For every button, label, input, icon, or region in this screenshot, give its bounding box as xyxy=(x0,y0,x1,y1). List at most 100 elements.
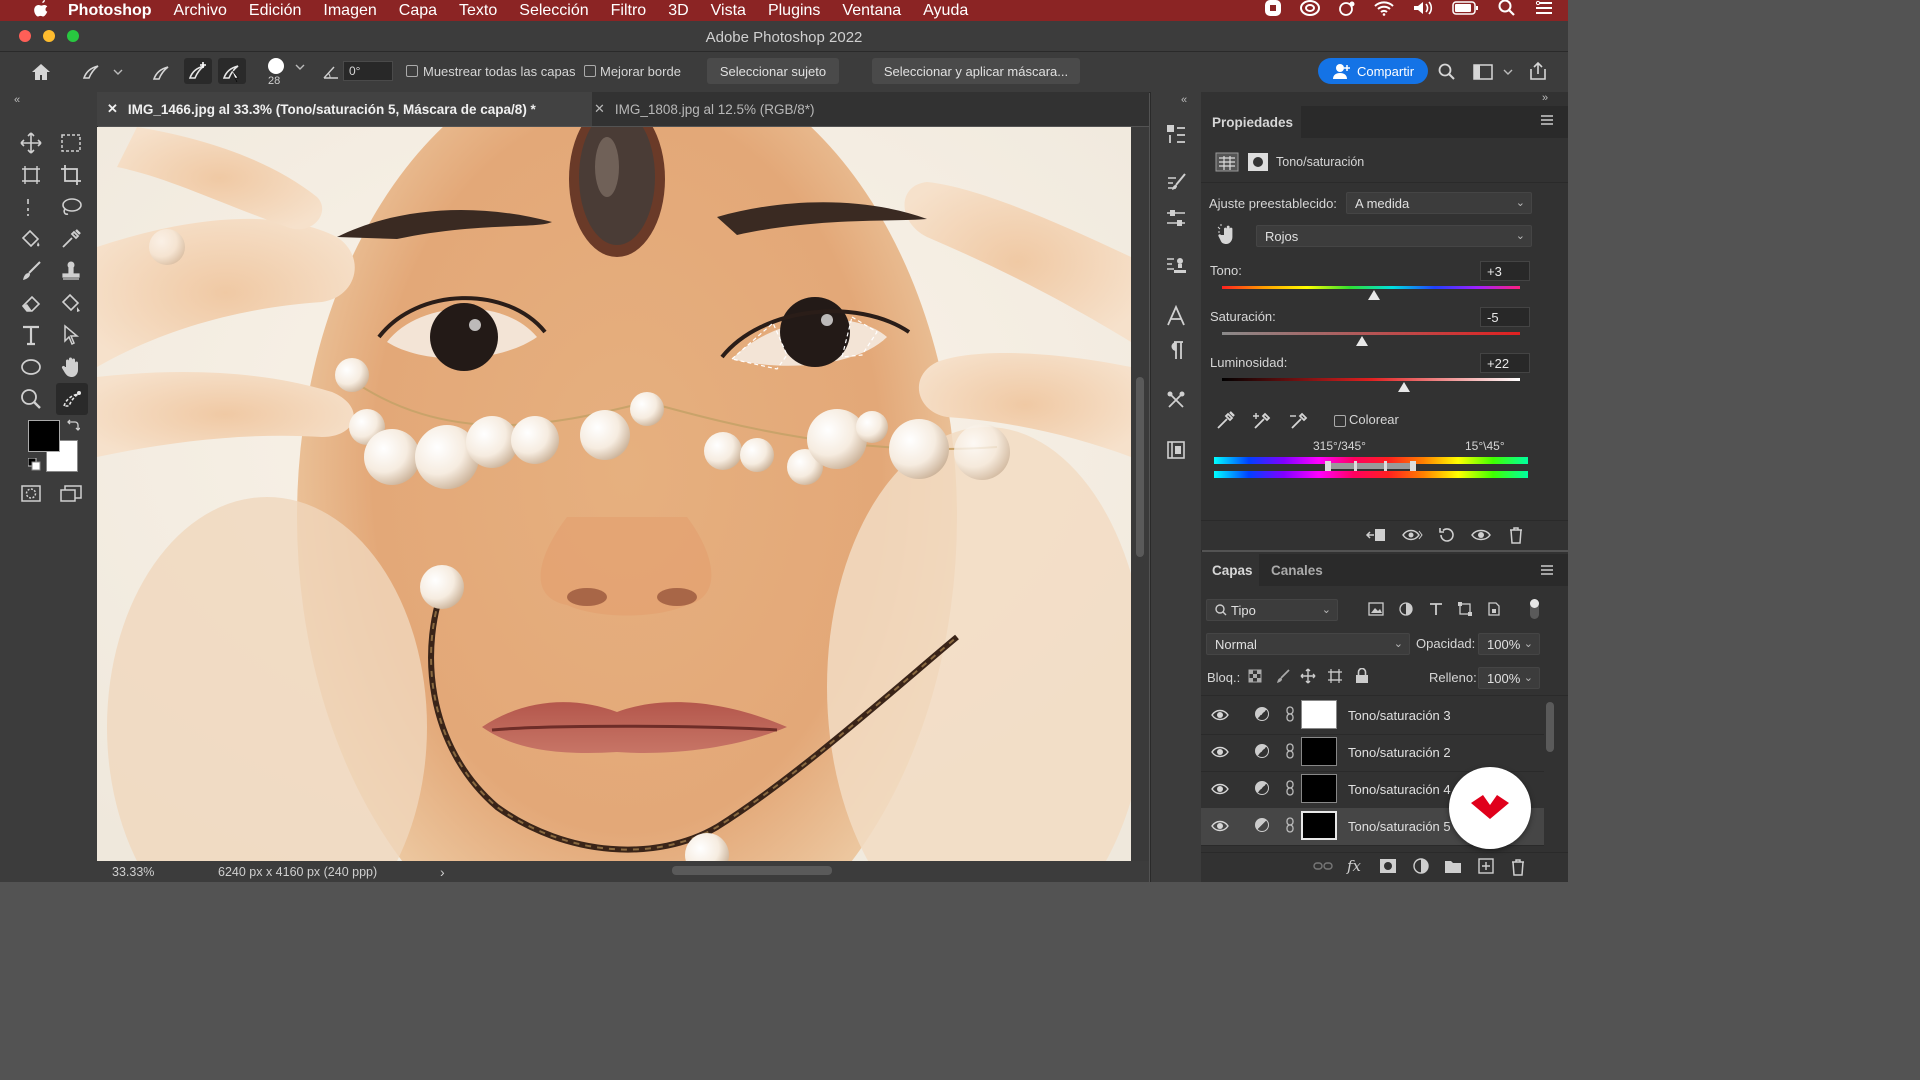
home-icon[interactable] xyxy=(30,62,52,85)
opacity-input[interactable]: 100% ⌄ xyxy=(1478,633,1540,655)
panel-menu-icon[interactable] xyxy=(1540,114,1554,129)
filter-smart-object-icon[interactable] xyxy=(1487,602,1501,620)
clone-source-panel-icon[interactable] xyxy=(1164,254,1188,278)
enhance-edge-checkbox[interactable] xyxy=(584,65,596,77)
menu-app-name[interactable]: Photoshop xyxy=(68,2,152,20)
marquee-tool-icon[interactable] xyxy=(58,130,84,156)
paragraph-panel-icon[interactable] xyxy=(1164,338,1188,362)
hue-slider-track[interactable] xyxy=(1222,286,1520,289)
lock-pixels-icon[interactable] xyxy=(1275,668,1291,688)
lasso-tool-icon[interactable] xyxy=(58,194,84,220)
sample-all-layers-checkbox[interactable] xyxy=(406,65,418,77)
crop-tool-icon[interactable] xyxy=(58,162,84,188)
brush-tool-icon[interactable] xyxy=(18,258,44,284)
filter-shape-icon[interactable] xyxy=(1458,602,1472,620)
creative-cloud-icon[interactable] xyxy=(1300,0,1320,21)
layer-row[interactable]: Tono/saturación 3 xyxy=(1201,697,1544,735)
select-and-mask-button[interactable]: Seleccionar y aplicar máscara... xyxy=(872,58,1080,84)
layer-name[interactable]: Tono/saturación 3 xyxy=(1348,708,1451,723)
lightness-input[interactable]: +22 xyxy=(1480,353,1530,373)
mask-link-icon[interactable] xyxy=(1285,743,1295,762)
layer-visibility-icon[interactable] xyxy=(1211,818,1229,834)
stamp-tool-icon[interactable] xyxy=(58,258,84,284)
layer-mask-thumbnail[interactable] xyxy=(1301,811,1337,840)
menu-archivo[interactable]: Archivo xyxy=(174,2,227,20)
range-handle[interactable] xyxy=(1354,461,1357,471)
toggle-visibility-icon[interactable] xyxy=(1471,527,1491,547)
saturation-slider-thumb[interactable] xyxy=(1356,336,1369,346)
brush-settings-panel-icon[interactable] xyxy=(1164,170,1188,194)
layer-mask-thumbnail[interactable] xyxy=(1301,737,1337,766)
menu-vista[interactable]: Vista xyxy=(711,2,746,20)
targeted-adjustment-hand-icon[interactable] xyxy=(1217,224,1239,249)
layer-name[interactable]: Tono/saturación 5 xyxy=(1348,819,1451,834)
character-panel-icon[interactable] xyxy=(1164,304,1188,328)
sync-icon[interactable] xyxy=(1338,0,1356,21)
tab-img-1808[interactable]: ✕ IMG_1808.jpg al 12.5% (RGB/8*) xyxy=(594,92,844,126)
swap-colors-icon[interactable] xyxy=(66,418,81,435)
angle-input[interactable]: 0° xyxy=(343,61,393,81)
zoom-level[interactable]: 33.33% xyxy=(112,865,154,879)
menu-edicion[interactable]: Edición xyxy=(249,2,301,20)
wifi-icon[interactable] xyxy=(1374,0,1394,21)
range-handle[interactable] xyxy=(1325,461,1331,471)
collapse-panels-icon[interactable]: » xyxy=(1542,92,1548,104)
history-panel-icon[interactable] xyxy=(1164,122,1188,146)
move-tool-icon[interactable] xyxy=(18,130,44,156)
hand-tool-icon[interactable] xyxy=(58,354,84,380)
colorize-checkbox[interactable] xyxy=(1334,415,1346,427)
share-export-icon[interactable] xyxy=(1528,61,1548,84)
canvas-horizontal-scrollbar[interactable] xyxy=(672,866,832,875)
path-selection-tool-icon[interactable] xyxy=(58,322,84,348)
close-tab-icon[interactable]: ✕ xyxy=(594,101,605,117)
filter-toggle-switch[interactable] xyxy=(1530,599,1539,619)
record-icon[interactable] xyxy=(1264,0,1282,22)
saturation-input[interactable]: -5 xyxy=(1480,307,1530,327)
delete-adjustment-icon[interactable] xyxy=(1508,526,1524,548)
select-subject-button[interactable]: Seleccionar sujeto xyxy=(707,58,839,84)
mask-link-icon[interactable] xyxy=(1285,817,1295,836)
canvas-vertical-scrollbar[interactable] xyxy=(1131,127,1149,861)
filter-type-icon[interactable] xyxy=(1429,602,1443,620)
adjustments-panel-icon[interactable] xyxy=(1164,206,1188,230)
subtract-from-selection-icon[interactable] xyxy=(218,58,246,84)
eyedropper-plus-icon[interactable] xyxy=(1253,410,1273,433)
layer-filter-dropdown[interactable]: Tipo ⌄ xyxy=(1206,599,1338,621)
gradient-tool-icon[interactable] xyxy=(58,290,84,316)
saturation-slider-track[interactable] xyxy=(1222,332,1520,335)
menu-3d[interactable]: 3D xyxy=(668,2,688,20)
blend-mode-dropdown[interactable]: Normal ⌄ xyxy=(1206,633,1410,655)
frame-tool-icon[interactable] xyxy=(18,194,44,220)
mask-link-icon[interactable] xyxy=(1285,706,1295,725)
eraser-tool-icon[interactable] xyxy=(18,290,44,316)
tool-presets-panel-icon[interactable] xyxy=(1164,388,1188,412)
tab-layers[interactable]: Capas xyxy=(1201,554,1259,586)
clip-to-layer-icon[interactable] xyxy=(1365,527,1387,547)
layer-name[interactable]: Tono/saturación 4 xyxy=(1348,782,1451,797)
delete-layer-icon[interactable] xyxy=(1510,858,1526,880)
layer-visibility-icon[interactable] xyxy=(1211,707,1229,723)
range-handle[interactable] xyxy=(1410,461,1416,471)
screen-mode-icon[interactable] xyxy=(58,481,84,507)
mask-link-icon[interactable] xyxy=(1285,780,1295,799)
quick-selection-tool-icon[interactable] xyxy=(56,383,88,415)
new-layer-icon[interactable] xyxy=(1478,858,1494,878)
menu-imagen[interactable]: Imagen xyxy=(323,2,376,20)
spotlight-search-icon[interactable] xyxy=(1498,0,1516,22)
eyedropper-tool-icon[interactable] xyxy=(58,226,84,252)
apple-menu-icon[interactable] xyxy=(34,0,50,22)
menu-ayuda[interactable]: Ayuda xyxy=(923,2,968,20)
tab-channels[interactable]: Canales xyxy=(1271,554,1323,586)
color-range-slider[interactable] xyxy=(1325,461,1416,471)
menu-seleccion[interactable]: Selección xyxy=(519,2,588,20)
reset-adjustment-icon[interactable] xyxy=(1437,527,1457,547)
new-adjustment-layer-icon[interactable] xyxy=(1413,858,1429,878)
tool-preset-picker-icon[interactable] xyxy=(80,62,124,85)
lock-position-icon[interactable] xyxy=(1300,668,1316,688)
menu-plugins[interactable]: Plugins xyxy=(768,2,820,20)
close-tab-icon[interactable]: ✕ xyxy=(107,101,118,117)
scrollbar-thumb[interactable] xyxy=(1136,377,1144,557)
lightness-slider-track[interactable] xyxy=(1222,378,1520,381)
ellipse-tool-icon[interactable] xyxy=(18,354,44,380)
share-button[interactable]: Compartir xyxy=(1318,58,1428,84)
